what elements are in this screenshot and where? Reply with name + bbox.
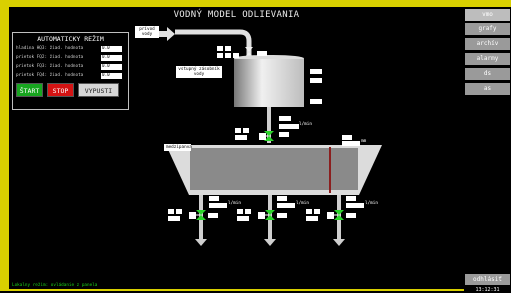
tank-level-readout xyxy=(310,99,322,104)
outlet-valve-1-icon[interactable] xyxy=(196,210,206,215)
outlet-2-mode[interactable] xyxy=(245,209,251,214)
outlet-2-flow-readout xyxy=(277,203,295,208)
outlet-arrow-icon xyxy=(195,239,207,246)
tank-level-readout xyxy=(310,78,322,83)
outlet-1-flow-readout xyxy=(209,196,219,201)
sidebar: vmo grafy archív alarmy ds as odhlásiť 1… xyxy=(464,7,511,293)
tundish-level-readout xyxy=(342,141,360,146)
outlet-2-flow-readout xyxy=(277,196,287,201)
nav-archiv[interactable]: archív xyxy=(465,38,510,50)
clock: 13:12:31 xyxy=(475,287,500,293)
tank-valve-mode[interactable] xyxy=(235,128,241,133)
nav-as[interactable]: as xyxy=(465,83,510,95)
inlet-pipe xyxy=(175,29,252,55)
tundish-label: medzipanva xyxy=(164,144,192,151)
outlet-3-flow-readout xyxy=(346,196,356,201)
outlet-1-valve-readout xyxy=(208,213,218,218)
inlet-command-indicator[interactable] xyxy=(225,53,231,58)
inlet-arrow-icon xyxy=(159,27,175,41)
outlet-3-flow-readout xyxy=(346,203,364,208)
nav-vmo[interactable]: vmo xyxy=(465,9,510,21)
scada-screen: VODNÝ MODEL ODLIEVANIA AUTOMATICKY REŽIM… xyxy=(9,7,464,289)
tundish-level-readout xyxy=(342,135,352,140)
outlet-2-mode[interactable] xyxy=(237,209,243,214)
inlet-mode-indicator[interactable] xyxy=(225,46,231,51)
input-tank xyxy=(234,59,304,107)
outlet-arrow-icon xyxy=(264,239,276,246)
tank-flow-readout xyxy=(279,124,299,129)
nav-grafy[interactable]: grafy xyxy=(465,23,510,35)
inlet-command-indicator[interactable] xyxy=(233,53,239,58)
flow-unit-label: l/min xyxy=(228,201,241,206)
tank-flow-readout xyxy=(279,116,291,121)
process-diagram xyxy=(159,27,382,246)
outlet-3-toggle[interactable] xyxy=(327,212,334,219)
water-inlet-label: prívod vody xyxy=(135,26,159,38)
outlet-valve-2-icon[interactable] xyxy=(265,210,275,215)
outlet-arrow-icon xyxy=(333,239,345,246)
outlet-valve-3-icon[interactable] xyxy=(334,210,344,215)
tank-valve-mode[interactable] xyxy=(243,128,249,133)
level-unit-label: mm xyxy=(361,139,367,144)
outlet-2-valve-readout xyxy=(277,213,287,218)
outlet-2-toggle[interactable] xyxy=(258,212,265,219)
outlet-3-valve-readout xyxy=(346,213,356,218)
tank-valve-command[interactable] xyxy=(235,135,247,140)
inlet-command-indicator[interactable] xyxy=(217,53,223,58)
inlet-mode-indicator[interactable] xyxy=(217,46,223,51)
inlet-valve-readout xyxy=(257,51,267,56)
flow-unit-label: l/min xyxy=(296,201,309,206)
flow-unit-label: l/min xyxy=(365,201,378,206)
outlet-3-command[interactable] xyxy=(306,216,318,221)
outlet-3-mode[interactable] xyxy=(306,209,312,214)
flow-unit-label: l/min xyxy=(299,122,312,127)
inlet-valve-icon xyxy=(245,47,253,52)
outlet-1-command[interactable] xyxy=(168,216,180,221)
outlet-2-command[interactable] xyxy=(237,216,249,221)
outlet-1-flow-readout xyxy=(209,203,227,208)
outlet-1-mode[interactable] xyxy=(168,209,174,214)
logout-button[interactable]: odhlásiť xyxy=(465,274,510,285)
outlet-3-mode[interactable] xyxy=(314,209,320,214)
tundish-water xyxy=(190,148,358,190)
input-tank-label: vstupný zásobník vody xyxy=(176,66,222,78)
tank-level-readout xyxy=(310,69,322,74)
nav-ds[interactable]: ds xyxy=(465,68,510,80)
tank-valve-readout xyxy=(279,132,289,137)
tank-valve-toggle[interactable] xyxy=(259,133,266,140)
outlet-1-toggle[interactable] xyxy=(189,212,196,219)
status-message: Lokalny režim: ovládanie z panela xyxy=(12,283,98,288)
outlet-1-mode[interactable] xyxy=(176,209,182,214)
nav-alarmy[interactable]: alarmy xyxy=(465,53,510,65)
